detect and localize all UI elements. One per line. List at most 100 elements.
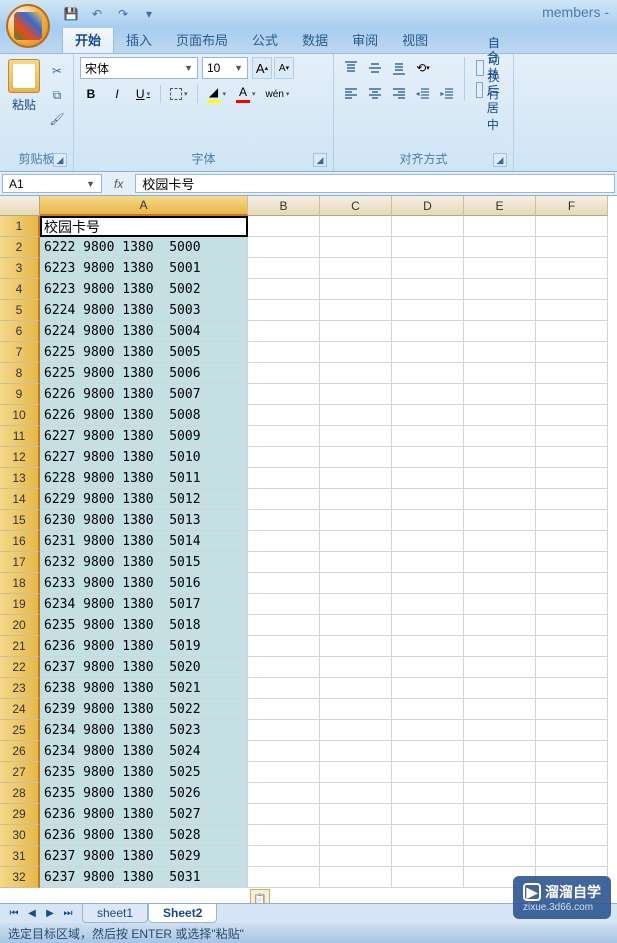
cut-icon[interactable]: ✂ <box>46 61 68 81</box>
cell[interactable] <box>320 804 392 825</box>
grow-font-button[interactable]: A▴ <box>252 57 272 79</box>
cell[interactable] <box>536 363 608 384</box>
cell[interactable] <box>248 615 320 636</box>
cell[interactable] <box>392 489 464 510</box>
cell[interactable] <box>392 552 464 573</box>
cell[interactable] <box>536 489 608 510</box>
row-header[interactable]: 11 <box>0 426 40 447</box>
cell[interactable] <box>248 405 320 426</box>
alignment-launcher[interactable]: ◢ <box>493 153 507 167</box>
cell[interactable] <box>536 636 608 657</box>
cell[interactable] <box>320 279 392 300</box>
cell[interactable] <box>392 405 464 426</box>
row-header[interactable]: 29 <box>0 804 40 825</box>
cell[interactable] <box>248 321 320 342</box>
cell[interactable] <box>392 615 464 636</box>
cell[interactable]: 6239 9800 1380 5022 <box>40 699 248 720</box>
cell[interactable] <box>392 279 464 300</box>
row-header[interactable]: 6 <box>0 321 40 342</box>
underline-button[interactable]: U▾ <box>132 83 154 105</box>
row-header[interactable]: 4 <box>0 279 40 300</box>
tab-nav-prev[interactable]: ◀ <box>24 906 40 922</box>
cell[interactable] <box>536 342 608 363</box>
cell[interactable] <box>392 699 464 720</box>
cell[interactable] <box>536 594 608 615</box>
cell[interactable] <box>464 300 536 321</box>
formula-input[interactable]: 校园卡号 <box>135 174 615 193</box>
orientation-button[interactable]: ⟲▾ <box>412 57 434 79</box>
cell[interactable]: 6222 9800 1380 5000 <box>40 237 248 258</box>
cell[interactable] <box>392 657 464 678</box>
cell[interactable] <box>464 279 536 300</box>
row-header[interactable]: 7 <box>0 342 40 363</box>
cell[interactable]: 6234 9800 1380 5023 <box>40 720 248 741</box>
paste-options-icon[interactable]: 📋 <box>250 889 270 903</box>
cell[interactable] <box>320 867 392 888</box>
cell[interactable] <box>536 258 608 279</box>
cell[interactable] <box>248 552 320 573</box>
cell[interactable] <box>536 825 608 846</box>
cell[interactable]: 6227 9800 1380 5010 <box>40 447 248 468</box>
cell[interactable] <box>464 342 536 363</box>
row-header[interactable]: 31 <box>0 846 40 867</box>
font-color-button[interactable]: A▾ <box>233 83 259 105</box>
cell[interactable] <box>320 678 392 699</box>
cell[interactable] <box>320 321 392 342</box>
cell[interactable] <box>536 720 608 741</box>
cell[interactable] <box>392 363 464 384</box>
qat-customize-icon[interactable]: ▾ <box>138 4 160 24</box>
cell[interactable] <box>320 531 392 552</box>
cell[interactable] <box>320 216 392 237</box>
align-top-button[interactable] <box>340 57 362 79</box>
cell[interactable] <box>536 678 608 699</box>
cell[interactable] <box>392 804 464 825</box>
cell[interactable] <box>320 636 392 657</box>
sheet-tab-1[interactable]: sheet1 <box>82 904 148 923</box>
cell[interactable] <box>464 657 536 678</box>
cell[interactable] <box>248 447 320 468</box>
cell[interactable] <box>248 489 320 510</box>
row-header[interactable]: 20 <box>0 615 40 636</box>
cell[interactable] <box>464 846 536 867</box>
undo-icon[interactable]: ↶ <box>86 4 108 24</box>
cell[interactable] <box>248 300 320 321</box>
cell[interactable] <box>536 573 608 594</box>
save-icon[interactable]: 💾 <box>60 4 82 24</box>
cell[interactable] <box>392 384 464 405</box>
cell[interactable] <box>392 678 464 699</box>
border-button[interactable]: ▾ <box>167 83 191 105</box>
cell[interactable] <box>320 615 392 636</box>
office-button[interactable] <box>6 4 50 48</box>
cell[interactable] <box>464 510 536 531</box>
cell[interactable] <box>320 594 392 615</box>
cell[interactable] <box>464 237 536 258</box>
tab-formula[interactable]: 公式 <box>240 26 290 53</box>
column-header-F[interactable]: F <box>536 196 608 216</box>
cell[interactable]: 6225 9800 1380 5006 <box>40 363 248 384</box>
tab-review[interactable]: 审阅 <box>340 26 390 53</box>
cell[interactable] <box>536 426 608 447</box>
align-bottom-button[interactable] <box>388 57 410 79</box>
cell[interactable] <box>464 741 536 762</box>
cell[interactable] <box>536 216 608 237</box>
row-header[interactable]: 5 <box>0 300 40 321</box>
bold-button[interactable]: B <box>80 83 102 105</box>
cell[interactable]: 6223 9800 1380 5001 <box>40 258 248 279</box>
cell[interactable] <box>248 573 320 594</box>
name-box[interactable]: A1▼ <box>2 174 102 193</box>
cell[interactable] <box>248 363 320 384</box>
shrink-font-button[interactable]: A▾ <box>274 57 294 79</box>
cell[interactable] <box>536 300 608 321</box>
row-header[interactable]: 9 <box>0 384 40 405</box>
cell[interactable] <box>536 615 608 636</box>
cell[interactable] <box>320 489 392 510</box>
cell[interactable] <box>464 678 536 699</box>
cell[interactable] <box>536 762 608 783</box>
cell[interactable] <box>464 552 536 573</box>
cell[interactable]: 6227 9800 1380 5009 <box>40 426 248 447</box>
row-header[interactable]: 8 <box>0 363 40 384</box>
cell[interactable] <box>464 699 536 720</box>
cell[interactable] <box>464 426 536 447</box>
cell[interactable]: 6236 9800 1380 5027 <box>40 804 248 825</box>
tab-data[interactable]: 数据 <box>290 26 340 53</box>
